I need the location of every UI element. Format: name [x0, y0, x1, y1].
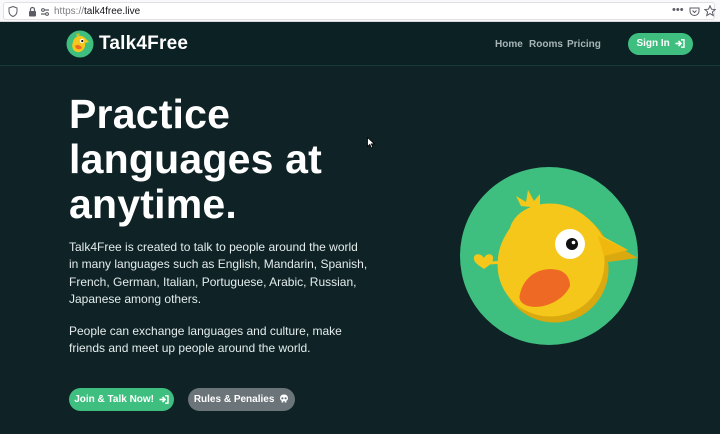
exchange-paragraph: People can exchange languages and cultur…	[69, 324, 342, 356]
lock-icon[interactable]	[28, 6, 37, 17]
hero-title: Practice languages at anytime.	[69, 91, 323, 227]
browser-toolbar: https://talk4free.live •••	[0, 0, 720, 22]
pocket-icon[interactable]	[689, 6, 700, 17]
nav-link-pricing[interactable]: Pricing	[567, 38, 601, 51]
sign-in-icon	[159, 394, 169, 404]
nav-link-rooms[interactable]: Rooms	[529, 38, 563, 51]
intro-paragraph: Talk4Free is created to talk to people a…	[69, 240, 368, 307]
bird-mascot-illustration	[460, 167, 638, 345]
permissions-icon[interactable]	[40, 7, 50, 17]
sign-in-icon	[675, 38, 685, 48]
rules-penalties-button[interactable]: Rules & Penalies	[188, 388, 295, 411]
url-bar[interactable]: https://talk4free.live •••	[3, 2, 716, 20]
nav-link-home[interactable]: Home	[495, 38, 523, 51]
join-talk-button[interactable]: Join & Talk Now!	[69, 388, 174, 411]
brand-name[interactable]: Talk4Free	[99, 32, 188, 56]
join-talk-label: Join & Talk Now!	[74, 394, 155, 405]
rules-penalties-label: Rules & Penalies	[193, 394, 275, 405]
bookmark-star-icon[interactable]	[704, 5, 716, 17]
bird-logo-icon[interactable]	[66, 30, 94, 58]
url-text[interactable]: https://talk4free.live	[54, 5, 140, 18]
site-navbar: Talk4Free Home Rooms Pricing Sign In	[0, 22, 720, 66]
sign-in-button[interactable]: Sign In	[628, 33, 693, 55]
mouse-cursor-icon	[367, 137, 376, 149]
skull-icon	[280, 394, 289, 403]
sign-in-label: Sign In	[636, 38, 670, 49]
page-actions-menu-icon[interactable]: •••	[672, 4, 684, 16]
shield-icon[interactable]	[8, 6, 18, 17]
